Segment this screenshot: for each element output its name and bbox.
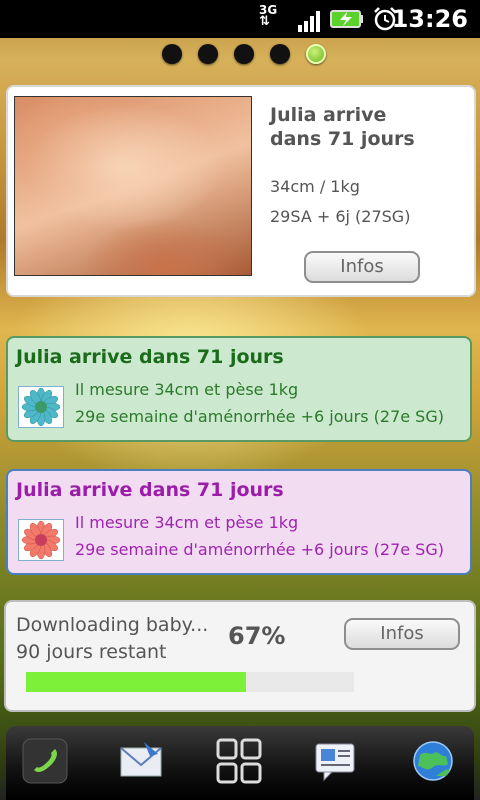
blue-flower-icon (18, 386, 64, 428)
download-progress-bar (26, 672, 354, 692)
dock-bar (6, 726, 474, 800)
browser-globe-icon[interactable] (410, 738, 456, 784)
size-weight-text: Il mesure 34cm et pèse 1kg (75, 380, 299, 399)
green-info-widget[interactable]: Julia arrive dans 71 jours Il mesure 34c… (6, 336, 472, 442)
title-line-2: dans 71 jours (270, 128, 415, 150)
gestation-text: 29e semaine d'aménorrhée +6 jours (27e S… (75, 407, 444, 426)
battery-charging-icon (330, 10, 363, 28)
size-weight-text: Il mesure 34cm et pèse 1kg (75, 513, 299, 532)
page-dot-active[interactable] (306, 44, 326, 64)
pink-flower-icon (18, 519, 64, 561)
baby-ultrasound-photo (14, 96, 252, 276)
status-time: 13:26 (391, 5, 468, 33)
page-dot[interactable] (198, 44, 218, 64)
signal-icon (298, 11, 320, 32)
download-progress-fill (26, 672, 246, 692)
widget-title: Julia arrive dans 71 jours (270, 103, 470, 151)
gestation-text: 29e semaine d'aménorrhée +6 jours (27e S… (75, 540, 444, 559)
days-remaining-text: 90 jours restant (16, 641, 167, 663)
gestation-text: 29SA + 6j (27SG) (270, 207, 411, 226)
pink-info-widget[interactable]: Julia arrive dans 71 jours Il mesure 34c… (6, 469, 472, 575)
title-line-1: Julia arrive (270, 104, 387, 126)
infos-button[interactable]: Infos (344, 618, 460, 650)
infos-button[interactable]: Infos (304, 251, 420, 283)
mail-icon[interactable] (118, 738, 164, 784)
size-weight-text: 34cm / 1kg (270, 177, 360, 196)
home-page-indicator (160, 44, 330, 66)
network-3g-icon: 3G ⇅ (259, 3, 278, 29)
widget-title: Julia arrive dans 71 jours (16, 346, 284, 368)
page-dot[interactable] (270, 44, 290, 64)
phone-icon[interactable] (22, 738, 68, 784)
page-dot[interactable] (234, 44, 254, 64)
messages-icon[interactable] (312, 738, 358, 784)
apps-grid-icon[interactable] (216, 738, 262, 784)
download-percent: 67% (228, 622, 286, 650)
status-bar: 3G ⇅ 13:26 (0, 0, 480, 38)
download-widget[interactable]: Downloading baby... 90 jours restant 67%… (4, 600, 476, 712)
baby-photo-widget[interactable]: Julia arrive dans 71 jours 34cm / 1kg 29… (6, 85, 476, 297)
download-status-text: Downloading baby... (16, 614, 209, 636)
page-dot[interactable] (162, 44, 182, 64)
widget-title: Julia arrive dans 71 jours (16, 479, 284, 501)
